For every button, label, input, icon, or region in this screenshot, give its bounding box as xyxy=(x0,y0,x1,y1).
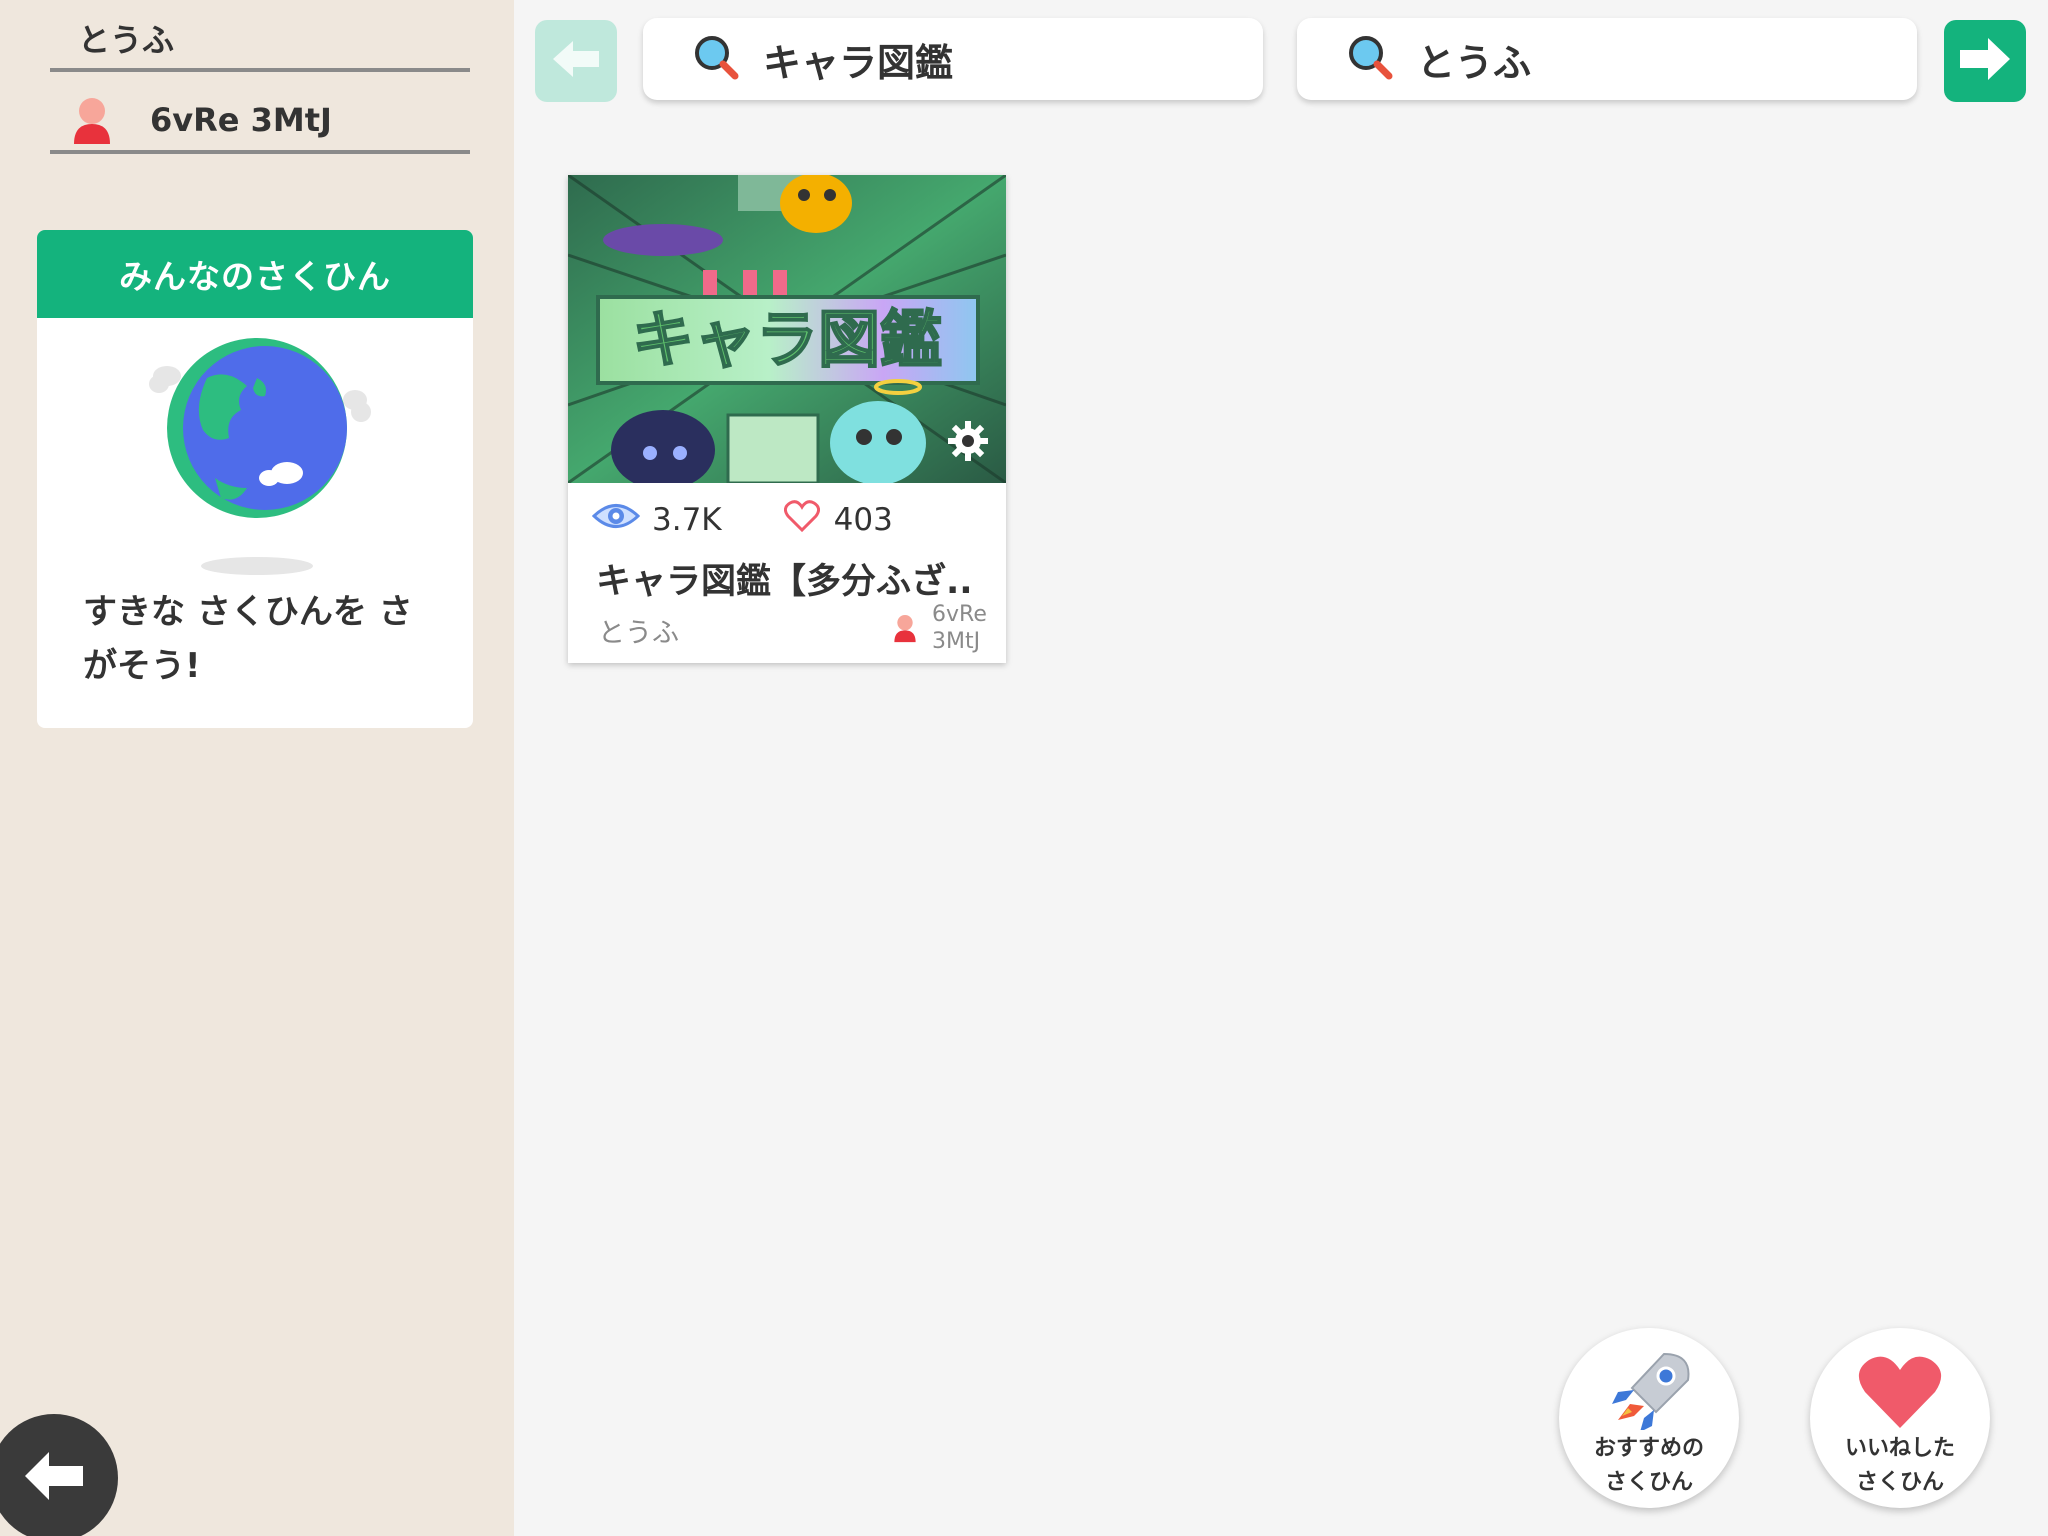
everyone-works-panel[interactable]: みんなのさくひん すきな さくひんを さがそう! xyxy=(37,230,473,728)
liked-works-button[interactable]: いいねした さくひん xyxy=(1810,1328,1990,1508)
person-icon xyxy=(70,96,114,144)
search-icon xyxy=(1347,34,1415,84)
eye-icon xyxy=(591,501,652,539)
view-count: 3.7K xyxy=(652,502,722,538)
globe-icon xyxy=(137,338,377,578)
sidebar-title[interactable]: とうふ xyxy=(50,8,470,72)
work-user[interactable]: 6vRe 3MtJ xyxy=(892,601,992,655)
heart-icon xyxy=(722,500,834,540)
work-author[interactable]: とうふ xyxy=(598,611,679,650)
person-icon xyxy=(892,613,918,643)
work-user-name: 6vRe 3MtJ xyxy=(932,602,987,654)
liked-works-label: いいねした さくひん xyxy=(1844,1436,1955,1495)
back-button[interactable] xyxy=(0,1414,118,1536)
work-title: キャラ図鑑【多分ふざ.. xyxy=(596,562,973,602)
arrow-right-icon xyxy=(1958,36,2012,86)
sidebar-user[interactable]: 6vRe 3MtJ xyxy=(50,90,470,154)
like-count: 403 xyxy=(833,502,893,538)
app-root: とうふ 6vRe 3MtJ みんなのさくひん すきな さくひんを さがそう! キ… xyxy=(0,0,2048,1536)
sidebar-title-text: とうふ xyxy=(78,21,175,59)
next-button[interactable] xyxy=(1944,20,2026,102)
work-search-box[interactable] xyxy=(643,18,1263,100)
author-search-input[interactable] xyxy=(1415,36,1899,82)
work-card[interactable]: キャラ図鑑 3.7K 403 キャラ図鑑【多分ふざ.. とうふ 6vRe 3Mt… xyxy=(568,175,1006,663)
gear-icon[interactable] xyxy=(946,419,990,467)
recommended-works-label: おすすめの さくひん xyxy=(1593,1436,1704,1495)
panel-text: すきな さくひんを さがそう! xyxy=(83,592,413,686)
work-thumbnail[interactable]: キャラ図鑑 xyxy=(568,175,1006,483)
search-icon xyxy=(693,34,761,84)
thumbnail-title: キャラ図鑑 xyxy=(632,303,942,376)
panel-header: みんなのさくひん xyxy=(37,230,473,318)
recommended-works-button[interactable]: おすすめの さくひん xyxy=(1559,1328,1739,1508)
author-search-box[interactable] xyxy=(1297,18,1917,100)
sidebar: とうふ 6vRe 3MtJ みんなのさくひん すきな さくひんを さがそう! xyxy=(0,0,514,1536)
arrow-left-icon xyxy=(551,39,601,83)
arrow-left-icon xyxy=(19,1446,89,1510)
work-search-input[interactable] xyxy=(761,36,1245,82)
sidebar-user-name: 6vRe 3MtJ xyxy=(150,101,332,139)
previous-button[interactable] xyxy=(535,20,617,102)
work-stats: 3.7K 403 xyxy=(591,500,893,540)
